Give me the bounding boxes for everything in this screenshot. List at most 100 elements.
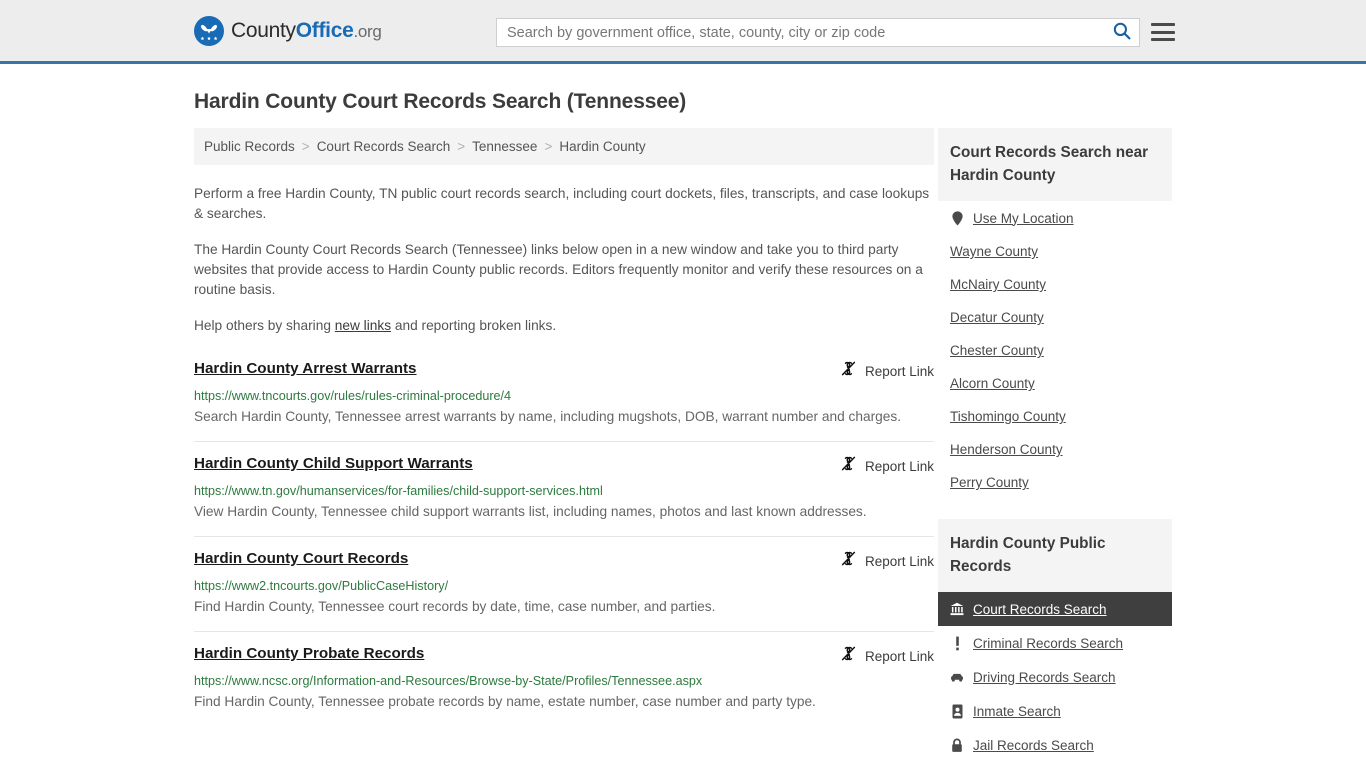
page-body: Hardin County Court Records Search (Tenn… — [0, 90, 1366, 762]
car-icon — [950, 669, 964, 685]
list-item: Court Records Search — [938, 592, 1172, 626]
result-title-link[interactable]: Hardin County Court Records — [194, 549, 408, 569]
site-logo-text: CountyOffice.org — [231, 20, 382, 41]
courthouse-icon — [950, 601, 964, 617]
breadcrumb-item-public-records[interactable]: Public Records — [204, 139, 295, 154]
id-card-icon — [950, 703, 964, 719]
sidebar-item-label: McNairy County — [950, 277, 1047, 292]
sidebar-item-wayne-county[interactable]: Wayne County — [938, 235, 1172, 268]
sidebar-item-mcnairy-county[interactable]: McNairy County — [938, 268, 1172, 301]
report-link-button[interactable]: Report Link — [840, 360, 934, 382]
broken-link-icon — [840, 455, 857, 477]
sidebar-item-label: Decatur County — [950, 310, 1044, 325]
site-logo[interactable]: CountyOffice.org — [194, 15, 382, 46]
intro-paragraph-3: Help others by sharing new links and rep… — [194, 316, 934, 336]
breadcrumb-separator: > — [301, 139, 310, 154]
logo-text-org: .org — [353, 22, 382, 41]
breadcrumb-separator: > — [544, 139, 553, 154]
result-title-link[interactable]: Hardin County Child Support Warrants — [194, 454, 473, 474]
map-pin-icon — [950, 210, 964, 226]
search-icon — [1113, 22, 1131, 43]
report-link-label: Report Link — [864, 363, 934, 379]
result-description: Find Hardin County, Tennessee court reco… — [194, 599, 716, 614]
search-button[interactable] — [1105, 19, 1139, 46]
hamburger-bar — [1151, 23, 1175, 26]
list-item: Decatur County — [938, 301, 1172, 334]
hamburger-bar — [1151, 38, 1175, 41]
sidebar-item-label: Perry County — [950, 475, 1029, 490]
report-link-label: Report Link — [864, 648, 934, 664]
sidebar-item-driving-records-search[interactable]: Driving Records Search — [938, 660, 1172, 694]
report-link-button[interactable]: Report Link — [840, 645, 934, 667]
breadcrumb: Public Records > Court Records Search > … — [194, 128, 934, 165]
list-item: Use My Location — [938, 201, 1172, 235]
breadcrumb-separator: > — [457, 139, 466, 154]
sidebar-item-label: Driving Records Search — [973, 669, 1116, 685]
broken-link-icon — [840, 550, 857, 572]
result-description: Search Hardin County, Tennessee arrest w… — [194, 409, 902, 424]
page-title: Hardin County Court Records Search (Tenn… — [194, 90, 687, 113]
logo-text-office: Office — [295, 19, 354, 42]
list-item: Alcorn County — [938, 367, 1172, 400]
result-title-link[interactable]: Hardin County Probate Records — [194, 644, 424, 664]
sidebar-item-alcorn-county[interactable]: Alcorn County — [938, 367, 1172, 400]
result-header: Hardin County Court Records Report Link — [194, 549, 934, 572]
sidebar-nearby-block: Court Records Search near Hardin County … — [938, 128, 1172, 499]
result-url[interactable]: https://www2.tncourts.gov/PublicCaseHist… — [194, 578, 934, 594]
sidebar-public-records-block: Hardin County Public Records Court Recor… — [938, 519, 1172, 762]
sidebar-item-jail-records-search[interactable]: Jail Records Search — [938, 728, 1172, 762]
list-item: Chester County — [938, 334, 1172, 367]
result-url[interactable]: https://www.tncourts.gov/rules/rules-cri… — [194, 388, 934, 404]
sidebar-item-label: Inmate Search — [973, 703, 1061, 719]
sidebar-item-henderson-county[interactable]: Henderson County — [938, 433, 1172, 466]
result-description: Find Hardin County, Tennessee probate re… — [194, 694, 816, 709]
sidebar-item-use-my-location[interactable]: Use My Location — [938, 201, 1172, 235]
result-url[interactable]: https://www.tn.gov/humanservices/for-fam… — [194, 483, 934, 499]
sidebar-item-decatur-county[interactable]: Decatur County — [938, 301, 1172, 334]
sidebar-item-perry-county[interactable]: Perry County — [938, 466, 1172, 499]
sidebar-public-records-list: Court Records Search Criminal Records Se… — [938, 592, 1172, 762]
sidebar-item-chester-county[interactable]: Chester County — [938, 334, 1172, 367]
list-item: Perry County — [938, 466, 1172, 499]
breadcrumb-item-court-records-search[interactable]: Court Records Search — [317, 139, 451, 154]
results-list: Hardin County Arrest Warrants Report Lin… — [194, 359, 934, 726]
sidebar-item-tishomingo-county[interactable]: Tishomingo County — [938, 400, 1172, 433]
eagle-seal-icon — [194, 15, 224, 46]
list-item: Jail Records Search — [938, 728, 1172, 762]
list-item: Tishomingo County — [938, 400, 1172, 433]
list-item: McNairy County — [938, 268, 1172, 301]
sidebar-nearby-list: Use My Location Wayne County McNairy Cou… — [938, 201, 1172, 499]
hamburger-menu-icon[interactable] — [1151, 20, 1175, 44]
content-columns: Public Records > Court Records Search > … — [194, 128, 1172, 762]
list-item: Criminal Records Search — [938, 626, 1172, 660]
result-header: Hardin County Probate Records Report Lin… — [194, 644, 934, 667]
sidebar-item-label: Chester County — [950, 343, 1044, 358]
sidebar-item-inmate-search[interactable]: Inmate Search — [938, 694, 1172, 728]
sidebar-item-court-records-search[interactable]: Court Records Search — [938, 592, 1172, 626]
sidebar-item-criminal-records-search[interactable]: Criminal Records Search — [938, 626, 1172, 660]
breadcrumb-item-tennessee[interactable]: Tennessee — [472, 139, 537, 154]
search-bar — [496, 18, 1140, 47]
result-url[interactable]: https://www.ncsc.org/Information-and-Res… — [194, 673, 934, 689]
result-title-link[interactable]: Hardin County Arrest Warrants — [194, 359, 417, 379]
intro-text: Perform a free Hardin County, TN public … — [194, 184, 934, 336]
breadcrumb-item-hardin-county: Hardin County — [559, 139, 646, 154]
result-item: Hardin County Probate Records Report Lin… — [194, 644, 934, 726]
report-link-button[interactable]: Report Link — [840, 455, 934, 477]
sidebar-item-label: Tishomingo County — [950, 409, 1066, 424]
result-item: Hardin County Court Records Report Link … — [194, 549, 934, 632]
exclamation-icon — [950, 635, 964, 651]
sidebar: Court Records Search near Hardin County … — [938, 128, 1172, 762]
sidebar-item-label: Jail Records Search — [973, 737, 1094, 753]
report-link-label: Report Link — [864, 553, 934, 569]
intro-p3-after: and reporting broken links. — [391, 318, 557, 333]
result-header: Hardin County Arrest Warrants Report Lin… — [194, 359, 934, 382]
list-item: Henderson County — [938, 433, 1172, 466]
sidebar-item-label: Wayne County — [950, 244, 1039, 259]
broken-link-icon — [840, 360, 857, 382]
search-input[interactable] — [497, 19, 1105, 46]
result-item: Hardin County Arrest Warrants Report Lin… — [194, 359, 934, 442]
report-link-button[interactable]: Report Link — [840, 550, 934, 572]
sidebar-item-label: Henderson County — [950, 442, 1063, 457]
new-links-link[interactable]: new links — [335, 318, 391, 333]
